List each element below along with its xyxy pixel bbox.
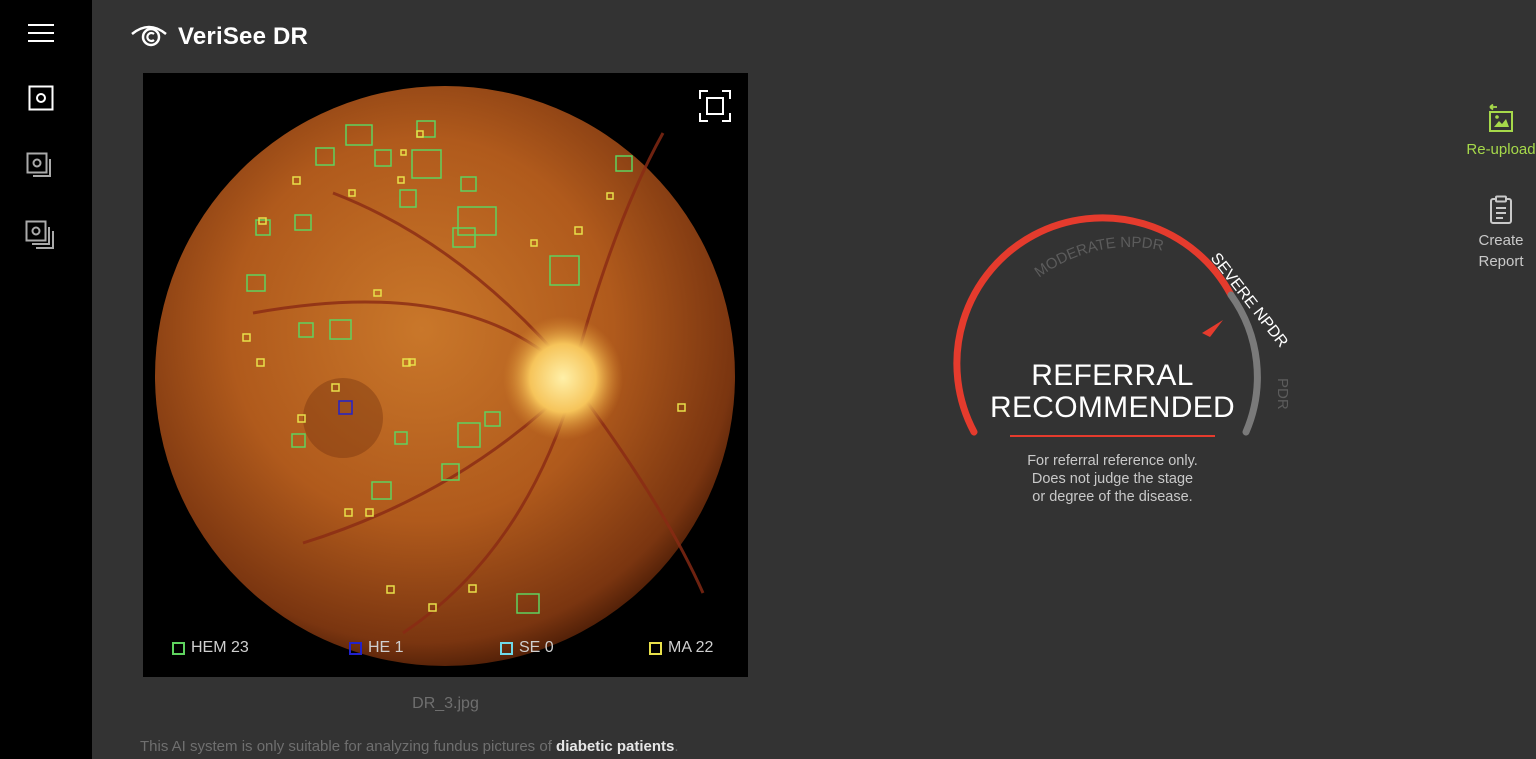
reupload-button[interactable]: Re-upload xyxy=(1456,103,1536,160)
fundus-image-viewer[interactable]: HEM 23 HE 1 SE 0 MA 22 xyxy=(143,73,748,677)
note-line-2: Does not judge the stage xyxy=(1031,471,1194,487)
se-swatch xyxy=(500,641,513,655)
gauge-pointer xyxy=(1202,320,1223,337)
hamburger-menu-icon[interactable] xyxy=(22,14,60,52)
scale-pdr: PDR xyxy=(1274,378,1291,410)
referral-verdict: REFERRAL RECOMMENDED xyxy=(960,360,1265,424)
eye-logo-icon xyxy=(130,22,168,53)
lesion-legend: HEM 23 HE 1 SE 0 MA 22 xyxy=(143,639,748,663)
fundus-image xyxy=(155,86,735,666)
image-filename: DR_3.jpg xyxy=(412,695,479,712)
verdict-underline xyxy=(1010,435,1215,437)
usage-disclaimer: This AI system is only suitable for anal… xyxy=(140,738,679,755)
reupload-icon xyxy=(1456,103,1536,139)
batch-image-icon[interactable] xyxy=(22,217,60,255)
single-image-icon[interactable] xyxy=(22,79,60,117)
legend-se-label: SE 0 xyxy=(519,639,554,656)
report-label-line-2: Report xyxy=(1478,253,1524,270)
fullscreen-icon[interactable] xyxy=(698,89,732,123)
create-report-button[interactable]: Create Report xyxy=(1456,195,1536,272)
hem-swatch xyxy=(172,641,185,655)
legend-he: HE 1 xyxy=(349,639,404,657)
note-line-3: or degree of the disease. xyxy=(1032,489,1193,505)
disclaimer-emphasis: diabetic patients xyxy=(556,738,675,755)
app-title: VeriSee DR xyxy=(178,23,309,50)
disclaimer-text: This AI system is only suitable for anal… xyxy=(140,738,557,755)
ma-swatch xyxy=(649,641,662,655)
legend-se: SE 0 xyxy=(500,639,554,657)
app-brand: VeriSee DR xyxy=(130,20,308,54)
he-swatch xyxy=(349,641,362,655)
sidebar xyxy=(0,0,92,759)
scale-moderate: MODERATE NPDR xyxy=(1031,233,1167,282)
verdict-line-2: RECOMMENDED xyxy=(990,391,1235,424)
legend-he-label: HE 1 xyxy=(368,639,404,656)
disclaimer-suffix: . xyxy=(674,738,679,755)
referral-note: For referral reference only. Does not ju… xyxy=(990,452,1235,506)
reupload-label: Re-upload xyxy=(1466,141,1536,158)
note-line-1: For referral reference only. xyxy=(1027,453,1198,469)
verdict-line-1: REFERRAL xyxy=(1031,359,1194,392)
legend-hem-label: HEM 23 xyxy=(191,639,249,656)
report-label-line-1: Create xyxy=(1478,232,1524,249)
clipboard-icon xyxy=(1456,195,1536,230)
legend-hem: HEM 23 xyxy=(172,639,249,657)
multi-image-icon[interactable] xyxy=(22,148,60,186)
legend-ma: MA 22 xyxy=(649,639,713,657)
legend-ma-label: MA 22 xyxy=(668,639,714,656)
